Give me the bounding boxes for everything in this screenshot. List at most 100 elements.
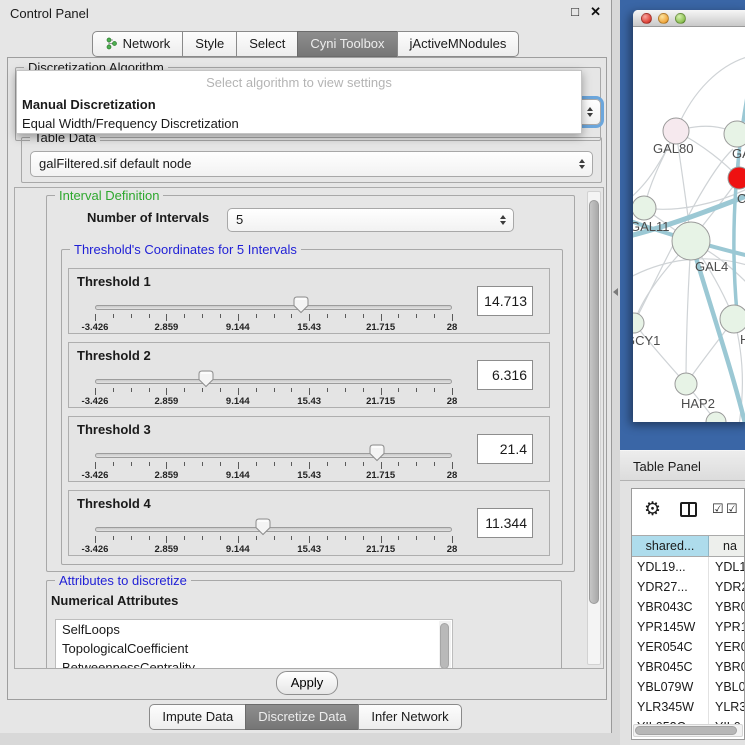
slider-track[interactable] — [95, 527, 452, 532]
cell-shared-name[interactable]: YER054C — [632, 637, 709, 657]
attribute-item-betweennesscentrality[interactable]: BetweennessCentrality — [56, 658, 452, 669]
interval-definition-group: Interval Definition Number of Intervals … — [46, 195, 575, 572]
attribute-item-selfloops[interactable]: SelfLoops — [56, 620, 452, 639]
apply-button[interactable]: Apply — [276, 671, 339, 695]
slider-track[interactable] — [95, 379, 452, 384]
table-horizontal-scrollbar[interactable] — [633, 724, 743, 737]
checkbox-icon[interactable]: ☑ — [712, 501, 724, 517]
network-edge[interactable] — [676, 57, 745, 131]
table-row[interactable]: YDR27...YDR2 — [632, 577, 745, 597]
number-of-intervals-combobox[interactable]: 5 — [227, 208, 514, 232]
table-row[interactable]: YBL079WYBL0 — [632, 677, 745, 697]
scrollbar-thumb[interactable] — [440, 623, 449, 669]
table-row[interactable]: YPR145WYPR1 — [632, 617, 745, 637]
settings-vertical-scrollbar[interactable] — [587, 191, 601, 665]
threshold-value-field[interactable]: 14.713 — [477, 286, 533, 316]
close-icon[interactable]: ✕ — [590, 4, 601, 20]
table-row[interactable]: YDL19...YDL1 — [632, 557, 745, 577]
float-window-icon[interactable]: □ — [571, 4, 579, 19]
split-columns-icon[interactable] — [680, 502, 697, 517]
tick-label: 9.144 — [226, 322, 250, 333]
cell-name[interactable]: YBR0 — [709, 597, 745, 617]
threshold-value-field[interactable]: 21.4 — [477, 434, 533, 464]
right-region: GAL80GACGAL11GAL4GCY1HHAP2 Table Panel ⚙… — [620, 0, 745, 745]
tab-impute-data[interactable]: Impute Data — [149, 704, 246, 730]
cell-name[interactable]: YDL1 — [709, 557, 745, 577]
threshold-panel-3: Threshold 3-3.4262.8599.14415.4321.71528… — [68, 416, 550, 482]
column-header-name[interactable]: na — [709, 536, 745, 556]
network-edge[interactable] — [686, 241, 691, 384]
slider-thumb[interactable] — [293, 296, 309, 314]
threshold-panel-1: Threshold 1-3.4262.8599.14415.4321.71528… — [68, 268, 550, 334]
cell-shared-name[interactable]: YPR145W — [632, 617, 709, 637]
table-rows: YDL19...YDL1YDR27...YDR2YBR043CYBR0YPR14… — [632, 557, 745, 737]
attributes-list-scrollbar[interactable] — [439, 621, 451, 669]
slider-thumb[interactable] — [255, 518, 271, 536]
scrollbar-thumb[interactable] — [635, 726, 737, 735]
network-node-ga[interactable] — [724, 121, 745, 147]
table-row[interactable]: YER054CYER0 — [632, 637, 745, 657]
algorithm-option-equal-width[interactable]: Equal Width/Frequency Discretization — [17, 114, 581, 133]
network-edge[interactable] — [644, 189, 745, 209]
network-node-h[interactable] — [720, 305, 745, 333]
cell-name[interactable]: YLR3 — [709, 697, 745, 717]
network-node-gcy1[interactable] — [633, 313, 644, 333]
slider-track[interactable] — [95, 305, 452, 310]
top-tab-bar: NetworkStyleSelectCyni ToolboxjActiveMNo… — [0, 31, 611, 57]
network-node-gal11[interactable] — [633, 196, 656, 220]
network-canvas[interactable]: GAL80GACGAL11GAL4GCY1HHAP2 — [633, 27, 745, 422]
network-view-window: GAL80GACGAL11GAL4GCY1HHAP2 — [633, 10, 745, 422]
cell-name[interactable]: YBL0 — [709, 677, 745, 697]
tick-label: -3.426 — [82, 322, 109, 333]
tab-cyni-toolbox[interactable]: Cyni Toolbox — [297, 31, 397, 57]
zoom-traffic-light-icon[interactable] — [675, 13, 686, 24]
gear-icon[interactable]: ⚙ — [644, 498, 661, 521]
tab-jactivemnodules[interactable]: jActiveMNodules — [397, 31, 520, 57]
cell-shared-name[interactable]: YBR043C — [632, 597, 709, 617]
slider-track[interactable] — [95, 453, 452, 458]
numerical-attributes-list: SelfLoopsTopologicalCoefficientBetweenne… — [55, 619, 453, 669]
cell-shared-name[interactable]: YBR045C — [632, 657, 709, 677]
table-row[interactable]: YBR045CYBR0 — [632, 657, 745, 677]
numerical-attributes-label: Numerical Attributes — [51, 593, 178, 608]
checkbox-icon[interactable]: ☑ — [726, 501, 738, 517]
minimize-traffic-light-icon[interactable] — [658, 13, 669, 24]
tab-discretize-data[interactable]: Discretize Data — [245, 704, 359, 730]
table-row[interactable]: YBR043CYBR0 — [632, 597, 745, 617]
number-of-intervals-value: 5 — [236, 212, 243, 227]
tick-label: 15.43 — [297, 470, 321, 481]
cell-shared-name[interactable]: YBL079W — [632, 677, 709, 697]
threshold-label: Threshold 3 — [77, 422, 151, 437]
cell-name[interactable]: YDR2 — [709, 577, 745, 597]
cell-name[interactable]: YBR0 — [709, 657, 745, 677]
column-header-shared-name[interactable]: shared... — [632, 536, 709, 556]
network-node[interactable] — [706, 412, 726, 422]
panel-splitter[interactable] — [612, 0, 620, 745]
tab-infer-network[interactable]: Infer Network — [358, 704, 461, 730]
tab-select[interactable]: Select — [236, 31, 298, 57]
algorithm-prompt-item[interactable]: Select algorithm to view settings — [17, 71, 581, 95]
network-node-hap2[interactable] — [675, 373, 697, 395]
algorithm-option-manual[interactable]: Manual Discretization — [17, 95, 581, 114]
cell-shared-name[interactable]: YDL19... — [632, 557, 709, 577]
cell-name[interactable]: YER0 — [709, 637, 745, 657]
threshold-value-field[interactable]: 6.316 — [477, 360, 533, 390]
network-node-gal4[interactable] — [672, 222, 710, 260]
tab-network[interactable]: Network — [92, 31, 184, 57]
splitter-collapse-icon[interactable] — [613, 288, 618, 296]
cell-shared-name[interactable]: YLR345W — [632, 697, 709, 717]
cell-name[interactable]: YPR1 — [709, 617, 745, 637]
scrollbar-thumb[interactable] — [589, 200, 599, 604]
thresholds-group-title: Threshold's Coordinates for 5 Intervals — [70, 242, 301, 257]
slider-thumb[interactable] — [198, 370, 214, 388]
close-traffic-light-icon[interactable] — [641, 13, 652, 24]
network-node-c[interactable] — [728, 167, 745, 189]
slider-thumb[interactable] — [369, 444, 385, 462]
tick-label: 21.715 — [366, 322, 395, 333]
cell-shared-name[interactable]: YDR27... — [632, 577, 709, 597]
table-row[interactable]: YLR345WYLR3 — [632, 697, 745, 717]
threshold-value-field[interactable]: 11.344 — [477, 508, 533, 538]
attribute-item-topologicalcoefficient[interactable]: TopologicalCoefficient — [56, 639, 452, 658]
tab-style[interactable]: Style — [182, 31, 237, 57]
table-data-combobox[interactable]: galFiltered.sif default node — [30, 151, 593, 177]
